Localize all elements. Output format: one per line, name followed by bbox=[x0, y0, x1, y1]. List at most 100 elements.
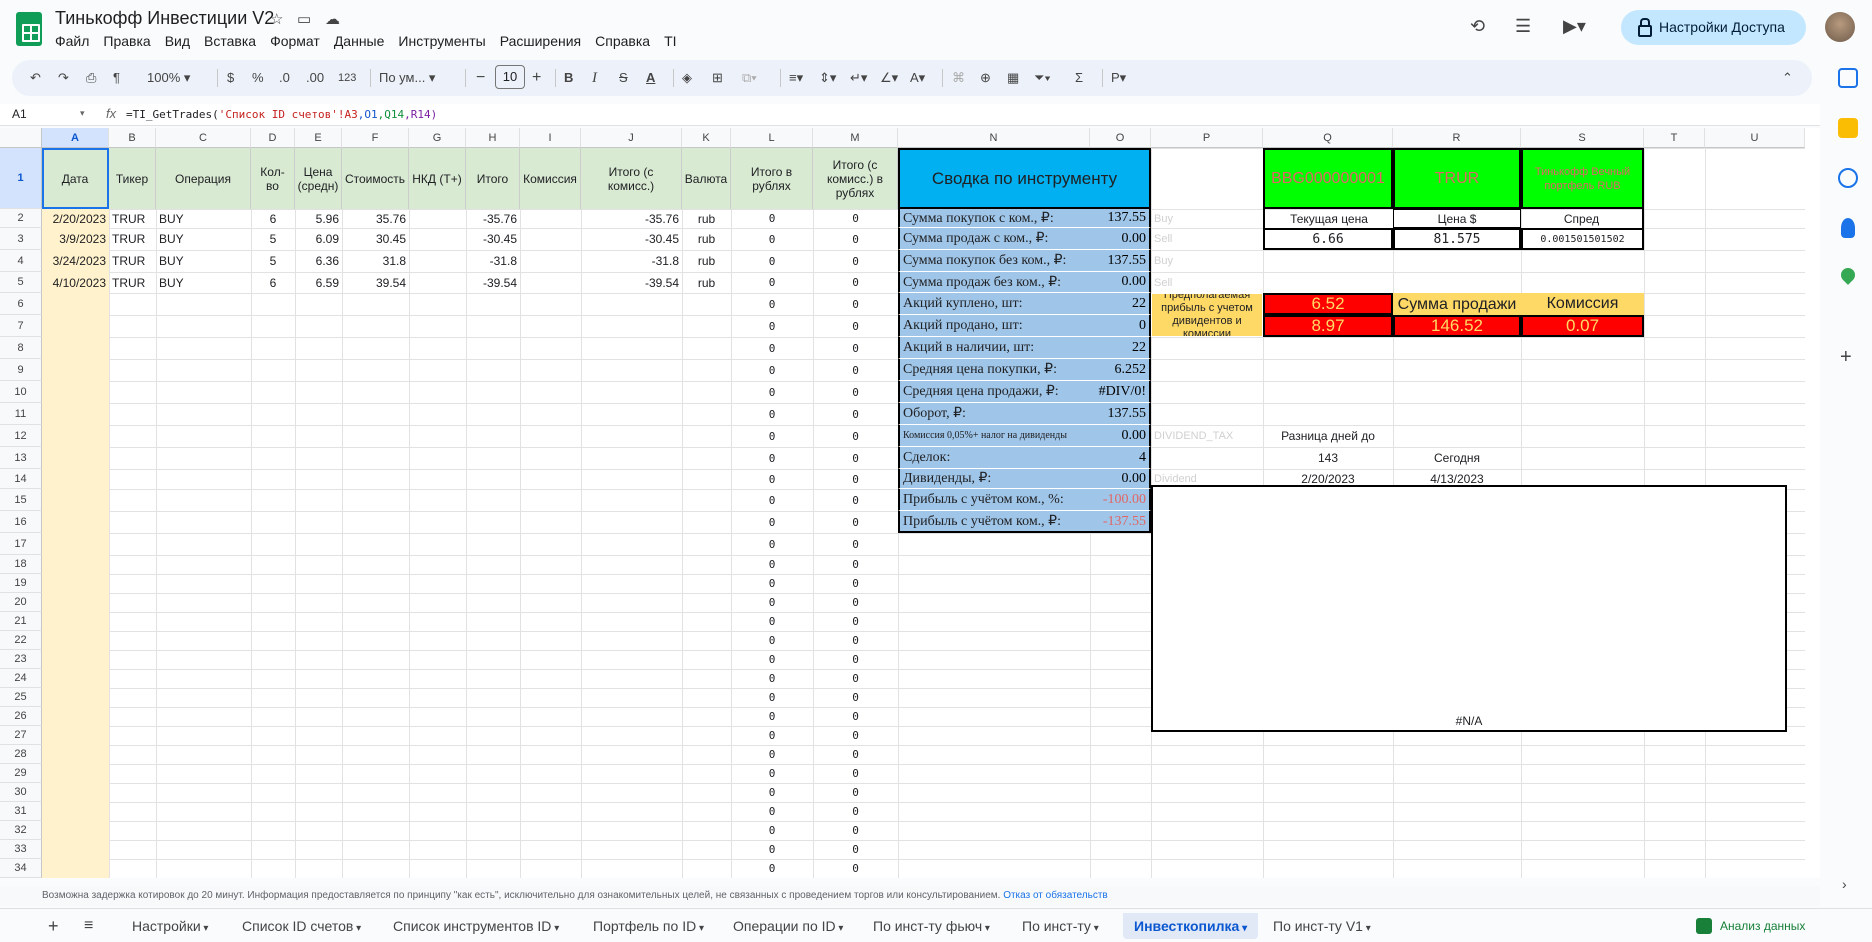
trade-total-comm[interactable]: -31.8 bbox=[581, 250, 682, 272]
sheet-tab[interactable]: Операции по ID ▾ bbox=[733, 913, 843, 939]
menu-help[interactable]: Справка bbox=[595, 31, 658, 51]
total-rub-value[interactable]: 0 bbox=[731, 669, 813, 688]
total-comm-rub-value[interactable]: 0 bbox=[813, 315, 898, 337]
total-comm-rub-value[interactable]: 0 bbox=[813, 447, 898, 469]
calendar-icon[interactable] bbox=[1838, 68, 1858, 88]
row-header-12[interactable]: 12 bbox=[0, 425, 42, 447]
column-header-j[interactable]: J bbox=[581, 128, 682, 148]
total-rub-value[interactable]: 0 bbox=[731, 315, 813, 337]
row-header-21[interactable]: 21 bbox=[0, 612, 42, 631]
strikethrough-button[interactable]: S bbox=[619, 69, 628, 87]
collapse-toolbar-icon[interactable]: ⌃ bbox=[1782, 69, 1793, 87]
column-header-b[interactable]: B bbox=[109, 128, 156, 148]
total-rub-value[interactable]: 0 bbox=[731, 209, 813, 228]
total-rub-value[interactable]: 0 bbox=[731, 469, 813, 489]
document-title[interactable]: Тинькофф Инвестиции V2 bbox=[55, 8, 274, 29]
row-header-11[interactable]: 11 bbox=[0, 403, 42, 425]
row-header-8[interactable]: 8 bbox=[0, 337, 42, 359]
total-comm-rub-value[interactable]: 0 bbox=[813, 745, 898, 764]
summary-value[interactable]: #DIV/0! bbox=[1090, 381, 1151, 403]
current-price-label[interactable]: Текущая цена bbox=[1263, 209, 1393, 228]
selected-cell-a1[interactable] bbox=[42, 148, 109, 209]
sheet-tab-menu-icon[interactable]: ▾ bbox=[551, 923, 559, 934]
total-rub-value[interactable]: 0 bbox=[731, 650, 813, 669]
header-currency[interactable]: Валюта bbox=[682, 148, 731, 209]
total-rub-value[interactable]: 0 bbox=[731, 593, 813, 612]
total-rub-value[interactable]: 0 bbox=[731, 489, 813, 511]
summary-value[interactable]: 137.55 bbox=[1090, 403, 1151, 425]
sheet-tab[interactable]: Список ID счетов ▾ bbox=[242, 913, 361, 939]
row-header-4[interactable]: 4 bbox=[0, 250, 42, 272]
total-rub-value[interactable]: 0 bbox=[731, 631, 813, 650]
increase-font-size-icon[interactable]: + bbox=[532, 69, 541, 87]
percent-format-button[interactable]: % bbox=[252, 69, 264, 87]
sheet-tab-menu-icon[interactable]: ▾ bbox=[1363, 923, 1371, 934]
total-comm-rub-value[interactable]: 0 bbox=[813, 489, 898, 511]
trade-currency[interactable]: rub bbox=[682, 250, 731, 272]
row-header-28[interactable]: 28 bbox=[0, 745, 42, 764]
trade-ticker[interactable]: TRUR bbox=[109, 272, 156, 293]
paint-format-icon[interactable]: ¶ bbox=[113, 69, 120, 87]
sheet-tab-menu-icon[interactable]: ▾ bbox=[1239, 923, 1247, 934]
summary-label[interactable]: Дивиденды, ₽: bbox=[898, 469, 1090, 489]
total-comm-rub-value[interactable]: 0 bbox=[813, 726, 898, 745]
total-comm-rub-value[interactable]: 0 bbox=[813, 821, 898, 840]
sheet-tab-menu-icon[interactable]: ▾ bbox=[982, 923, 990, 934]
side-label[interactable]: Sell bbox=[1151, 272, 1263, 293]
row-header-5[interactable]: 5 bbox=[0, 272, 42, 293]
summary-title[interactable]: Сводка по инструменту bbox=[898, 148, 1151, 209]
summary-label[interactable]: Комиссия 0,05%+ налог на дивиденды bbox=[898, 425, 1090, 447]
menu-insert[interactable]: Вставка bbox=[204, 31, 264, 51]
total-rub-value[interactable]: 0 bbox=[731, 745, 813, 764]
column-header-d[interactable]: D bbox=[251, 128, 295, 148]
profit-label[interactable]: Предполагаемая прибыль с учетом дивидент… bbox=[1151, 293, 1263, 337]
menu-view[interactable]: Вид bbox=[165, 31, 198, 51]
text-color-button[interactable]: A bbox=[646, 69, 655, 87]
total-comm-rub-value[interactable]: 0 bbox=[813, 593, 898, 612]
total-rub-value[interactable]: 0 bbox=[731, 612, 813, 631]
font-family-select[interactable]: По ум... ▾ bbox=[379, 69, 435, 87]
share-button[interactable]: Настройки Доступа bbox=[1621, 10, 1806, 45]
total-rub-value[interactable]: 0 bbox=[731, 511, 813, 533]
days-diff-label[interactable]: Разница дней до bbox=[1263, 425, 1393, 447]
total-comm-rub-value[interactable]: 0 bbox=[813, 403, 898, 425]
total-rub-value[interactable]: 0 bbox=[731, 707, 813, 726]
summary-value[interactable]: 22 bbox=[1090, 337, 1151, 359]
total-comm-rub-value[interactable]: 0 bbox=[813, 359, 898, 381]
commission-value[interactable]: 0.07 bbox=[1521, 315, 1644, 337]
more-formats-button[interactable]: 123 bbox=[338, 69, 356, 87]
sheet-tab[interactable]: Настройки ▾ bbox=[132, 913, 208, 939]
total-comm-rub-value[interactable]: 0 bbox=[813, 250, 898, 272]
total-comm-rub-value[interactable]: 0 bbox=[813, 631, 898, 650]
summary-label[interactable]: Средняя цена покупки, ₽: bbox=[898, 359, 1090, 381]
trade-total-comm[interactable]: -35.76 bbox=[581, 209, 682, 228]
column-header-c[interactable]: C bbox=[156, 128, 251, 148]
trade-operation[interactable]: BUY bbox=[156, 272, 251, 293]
currency-format-button[interactable]: $ bbox=[227, 69, 234, 87]
sheet-tab[interactable]: Список инструментов ID ▾ bbox=[393, 913, 559, 939]
column-header-i[interactable]: I bbox=[520, 128, 581, 148]
total-comm-rub-value[interactable]: 0 bbox=[813, 533, 898, 555]
trade-operation[interactable]: BUY bbox=[156, 209, 251, 228]
total-rub-value[interactable]: 0 bbox=[731, 293, 813, 315]
sheet-tab[interactable]: Инвесткопилка ▾ bbox=[1123, 913, 1259, 939]
total-rub-value[interactable]: 0 bbox=[731, 726, 813, 745]
trade-currency[interactable]: rub bbox=[682, 228, 731, 250]
row-header-23[interactable]: 23 bbox=[0, 650, 42, 669]
column-header-o[interactable]: O bbox=[1090, 128, 1151, 148]
trade-currency[interactable]: rub bbox=[682, 209, 731, 228]
summary-value[interactable]: 137.55 bbox=[1090, 250, 1151, 272]
row-header-1[interactable]: 1 bbox=[0, 148, 42, 209]
column-header-r[interactable]: R bbox=[1393, 128, 1521, 148]
menu-format[interactable]: Формат bbox=[270, 31, 328, 51]
row-header-18[interactable]: 18 bbox=[0, 555, 42, 574]
date-column-fill[interactable] bbox=[42, 293, 109, 878]
row-header-19[interactable]: 19 bbox=[0, 574, 42, 593]
summary-label[interactable]: Сделок: bbox=[898, 447, 1090, 469]
column-header-f[interactable]: F bbox=[342, 128, 409, 148]
instrument-ticker[interactable]: TRUR bbox=[1393, 148, 1521, 209]
decrease-decimal-button[interactable]: .0 bbox=[279, 69, 290, 87]
text-color-menu-icon[interactable]: A▾ bbox=[910, 69, 925, 87]
row-header-10[interactable]: 10 bbox=[0, 381, 42, 403]
summary-value[interactable]: 137.55 bbox=[1090, 209, 1151, 228]
